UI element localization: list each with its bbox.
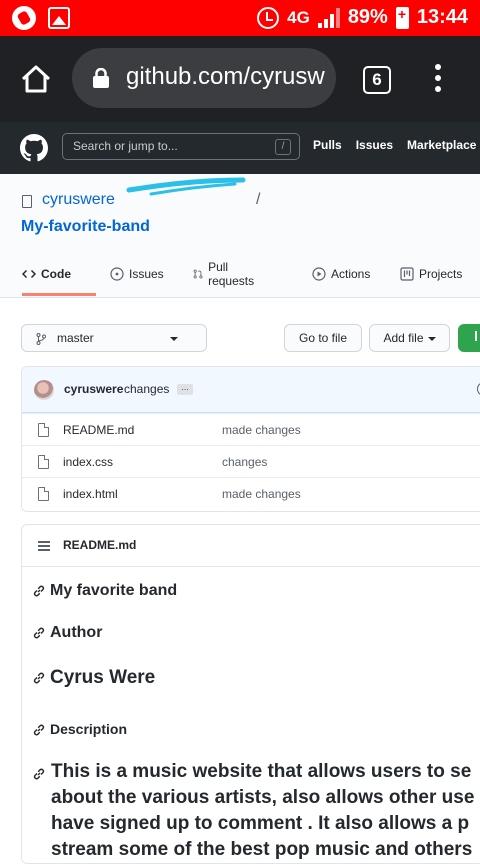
readme-description-line: have signed up to comment . It also allo…	[51, 813, 470, 834]
project-icon	[400, 267, 414, 281]
readme-heading-author: Author	[32, 624, 102, 642]
battery-icon	[395, 6, 409, 29]
file-icon	[38, 455, 49, 469]
file-name[interactable]: README.md	[63, 423, 134, 437]
readme-heading-band: My favorite band	[32, 582, 177, 600]
network-type: 4G	[287, 7, 310, 27]
search-input[interactable]: Search or jump to... /	[62, 133, 300, 160]
code-icon	[22, 269, 36, 279]
tab-actions[interactable]: Actions	[312, 264, 370, 284]
browser-menu-icon[interactable]	[430, 64, 446, 96]
link-icon[interactable]	[32, 671, 46, 685]
readme-heading-description-text: Description	[50, 721, 128, 737]
pull-request-icon	[193, 269, 203, 279]
file-browser: cyruswere changes ... README.md made cha…	[21, 366, 480, 512]
file-commit-message[interactable]: made changes	[222, 423, 301, 437]
chevron-down-icon	[170, 337, 178, 341]
lock-icon	[93, 68, 109, 88]
file-commit-message[interactable]: changes	[222, 455, 267, 469]
tab-projects-label: Projects	[419, 267, 463, 281]
nav-issues[interactable]: Issues	[356, 138, 393, 152]
readme-description-body: This is a music website that allows user…	[51, 759, 474, 863]
github-header: Search or jump to... / Pulls Issues Mark…	[0, 122, 480, 174]
status-bar: 4G 89% 13:44	[0, 0, 480, 36]
readme-description-link	[32, 763, 50, 785]
file-name[interactable]: index.html	[63, 487, 118, 501]
link-icon[interactable]	[32, 626, 46, 640]
readme-description-line: about the various artists, also allows o…	[51, 787, 475, 808]
list-icon[interactable]	[38, 541, 50, 551]
code-download-button[interactable]	[458, 324, 480, 352]
file-name[interactable]: index.css	[63, 455, 113, 469]
file-commit-message[interactable]: made changes	[222, 487, 301, 501]
add-file-button[interactable]: Add file	[369, 324, 450, 352]
link-icon[interactable]	[32, 767, 46, 781]
readme-title: README.md	[63, 538, 137, 552]
home-icon[interactable]	[20, 63, 52, 95]
avatar[interactable]	[34, 380, 54, 400]
branch-name: master	[57, 331, 94, 345]
url-text: github.com/cyrusw	[126, 63, 325, 90]
tab-actions-label: Actions	[331, 267, 371, 281]
tab-code[interactable]: Code	[22, 264, 71, 284]
browser-toolbar: github.com/cyrusw 6	[0, 36, 480, 122]
commit-message[interactable]: changes	[124, 382, 169, 396]
battery-percent: 89%	[347, 6, 388, 28]
repo-path-separator: /	[256, 191, 261, 208]
commit-author[interactable]: cyruswere	[64, 382, 123, 396]
chevron-down-icon	[427, 336, 436, 341]
link-icon[interactable]	[32, 723, 46, 737]
clock-time: 13:44	[416, 6, 468, 28]
readme-heading-author-text: Author	[50, 624, 103, 641]
readme-heading-description: Description	[32, 721, 127, 737]
readme-panel: README.md My favorite band Author Cyrus …	[21, 524, 480, 864]
nav-marketplace[interactable]: Marketplace	[407, 138, 476, 152]
table-row[interactable]: index.css changes	[22, 445, 480, 477]
go-to-file-button[interactable]: Go to file	[284, 324, 362, 352]
file-icon	[38, 487, 49, 501]
table-row[interactable]: index.html made changes	[22, 477, 480, 509]
table-row[interactable]: README.md made changes	[22, 413, 480, 445]
readme-heading-name-text: Cyrus Were	[50, 667, 156, 688]
active-tab-indicator	[22, 293, 96, 296]
file-icon	[38, 423, 49, 437]
readme-header: README.md	[22, 525, 480, 567]
repo-name-link[interactable]: My-favorite-band	[21, 218, 150, 236]
commit-expand-button[interactable]: ...	[177, 383, 193, 395]
issue-icon	[110, 267, 124, 281]
add-file-label: Add file	[383, 331, 424, 345]
readme-heading-name: Cyrus Were	[32, 667, 155, 689]
tab-pull-requests-label: Pull requests	[208, 260, 255, 288]
repo-header: cyruswere / My-favorite-band Code Issues…	[0, 174, 480, 298]
download-icon	[475, 331, 477, 341]
tab-code-label: Code	[41, 267, 71, 281]
tab-issues[interactable]: Issues	[110, 264, 164, 284]
signal-icon	[317, 7, 340, 28]
tab-pull-requests[interactable]: Pull requests	[193, 260, 258, 288]
readme-description-line: This is a music website that allows user…	[51, 761, 472, 782]
nav-pulls[interactable]: Pulls	[313, 138, 342, 152]
tab-projects[interactable]: Projects	[400, 264, 462, 284]
play-icon	[312, 267, 326, 281]
latest-commit-bar: cyruswere changes ...	[22, 367, 480, 413]
github-logo-icon[interactable]	[20, 134, 48, 162]
slash-shortcut-badge: /	[275, 139, 291, 155]
repo-icon	[22, 195, 32, 208]
redaction-scribble	[126, 177, 246, 196]
alarm-icon	[257, 6, 280, 29]
branch-icon	[36, 333, 46, 345]
link-icon[interactable]	[32, 584, 46, 598]
readme-description-line: stream some of the best pop music and ot…	[51, 839, 473, 860]
branch-selector[interactable]: master	[21, 324, 207, 352]
address-bar[interactable]: github.com/cyrusw	[72, 48, 336, 108]
gallery-icon	[48, 7, 70, 29]
go-to-file-label: Go to file	[298, 331, 348, 345]
whatsapp-icon	[12, 6, 36, 30]
tab-switcher-button[interactable]: 6	[363, 66, 391, 94]
repo-owner-link[interactable]: cyruswere	[42, 191, 115, 209]
tab-issues-label: Issues	[129, 267, 164, 281]
readme-heading-band-text: My favorite band	[50, 582, 178, 599]
search-placeholder: Search or jump to...	[73, 139, 178, 153]
